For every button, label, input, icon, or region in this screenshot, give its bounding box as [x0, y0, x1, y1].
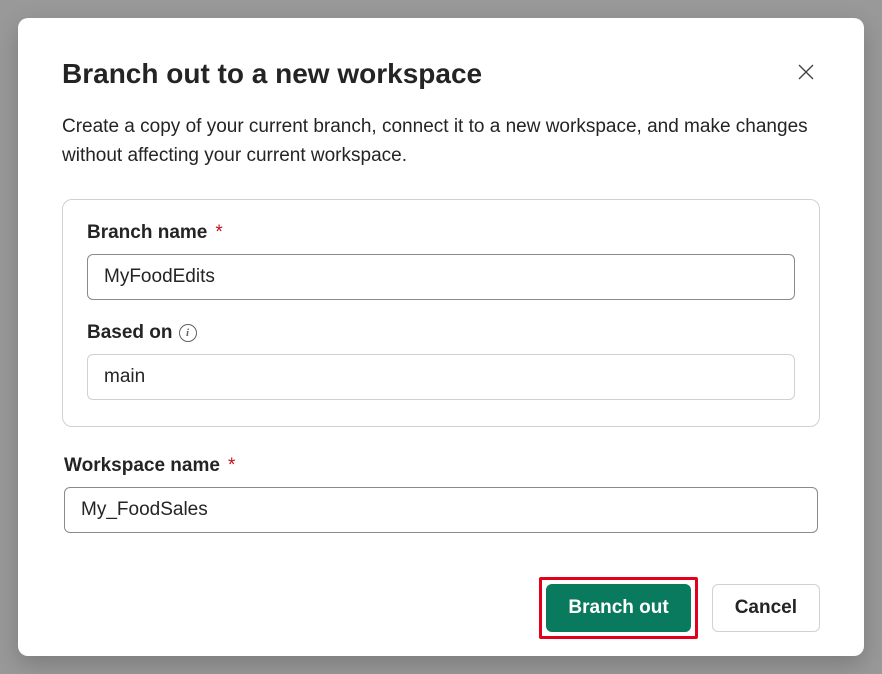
branch-name-label: Branch name * — [87, 222, 795, 244]
branch-out-button[interactable]: Branch out — [546, 584, 690, 632]
based-on-field: Based on i — [87, 322, 795, 400]
branch-name-field: Branch name * — [87, 222, 795, 300]
required-marker: * — [215, 222, 222, 244]
info-icon[interactable]: i — [179, 324, 197, 342]
label-text: Based on — [87, 322, 173, 344]
close-button[interactable] — [792, 58, 820, 86]
branch-out-dialog: Branch out to a new workspace Create a c… — [18, 18, 864, 656]
required-marker: * — [228, 455, 235, 477]
branch-settings-group: Branch name * Based on i — [62, 199, 820, 427]
close-icon — [796, 62, 816, 82]
branch-name-input[interactable] — [87, 254, 795, 300]
label-text: Workspace name — [64, 455, 220, 477]
dialog-description: Create a copy of your current branch, co… — [62, 112, 820, 171]
dialog-title: Branch out to a new workspace — [62, 58, 482, 90]
workspace-name-input[interactable] — [64, 487, 818, 533]
label-text: Branch name — [87, 222, 207, 244]
based-on-input[interactable] — [87, 354, 795, 400]
dialog-actions: Branch out Cancel — [62, 577, 820, 639]
dialog-header: Branch out to a new workspace — [62, 58, 820, 90]
workspace-name-field: Workspace name * — [62, 455, 820, 533]
primary-highlight-box: Branch out — [539, 577, 697, 639]
based-on-label: Based on i — [87, 322, 795, 344]
cancel-button[interactable]: Cancel — [712, 584, 820, 632]
workspace-name-label: Workspace name * — [64, 455, 818, 477]
